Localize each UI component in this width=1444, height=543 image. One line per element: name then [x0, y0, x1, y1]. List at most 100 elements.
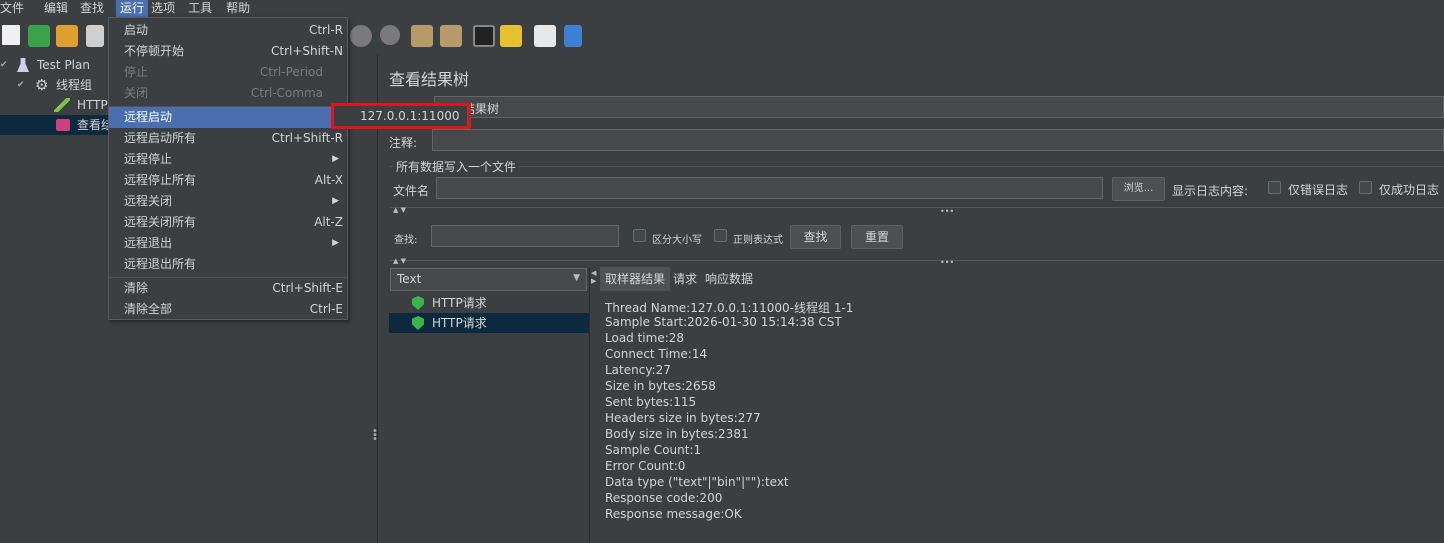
name-field[interactable]: 看结果树	[434, 96, 1444, 118]
run-menu: 启动 Ctrl-R 不停顿开始 Ctrl+Shift-N 停止 Ctrl-Period…	[108, 17, 348, 320]
tree-item-http-request[interactable]: HTTP请	[0, 95, 120, 115]
chevron-down-icon[interactable]: ✔	[0, 55, 8, 75]
renderer-select[interactable]: Text ▼	[390, 268, 587, 291]
results-list: HTTP请求 HTTP请求	[389, 292, 589, 543]
regex-label: 正则表达式	[733, 235, 783, 246]
divider	[390, 207, 1444, 208]
search-input[interactable]	[431, 225, 619, 247]
menubar: 文件 编辑 查找 运行 选项 工具 帮助	[0, 0, 1444, 17]
drag-handle-icon[interactable]: •••	[940, 258, 954, 267]
detail-line: Size in bytes:2658	[605, 379, 716, 393]
success-only-checkbox[interactable]	[1359, 181, 1372, 194]
page-title: 查看结果树	[389, 70, 470, 89]
drag-handle-icon[interactable]: •••	[372, 427, 378, 445]
collapse-arrows-icon[interactable]: ▲ ▼	[393, 206, 406, 214]
shutdown-icon[interactable]	[380, 25, 400, 45]
detail-line: Latency:27	[605, 363, 671, 377]
filename-field[interactable]	[436, 177, 1103, 199]
function-helper-icon[interactable]	[534, 25, 556, 47]
menu-item-remote-stop[interactable]: 远程停止 ▶	[109, 149, 347, 170]
menu-run[interactable]: 运行	[116, 0, 149, 17]
case-sensitive-checkbox[interactable]	[633, 229, 646, 242]
detail-line: Connect Time:14	[605, 347, 708, 361]
flask-icon	[17, 58, 29, 72]
list-item[interactable]: HTTP请求	[389, 293, 589, 313]
detail-line: Response message:OK	[605, 507, 742, 521]
menu-file[interactable]: 文件	[0, 0, 38, 17]
menu-item-remote-exit-all[interactable]: 远程退出所有	[109, 254, 347, 275]
list-item[interactable]: HTTP请求	[389, 313, 589, 333]
menu-tools[interactable]: 工具	[188, 0, 226, 17]
menu-item-remote-exit[interactable]: 远程退出 ▶	[109, 233, 347, 254]
menu-item-remote-shutdown-all[interactable]: 远程关闭所有 Alt-Z	[109, 212, 347, 233]
menu-item-remote-start-all[interactable]: 远程启动所有 Ctrl+Shift-R	[109, 128, 347, 149]
collapse-arrows-icon[interactable]: ◀ ▶	[591, 269, 596, 285]
save-icon[interactable]	[86, 25, 104, 47]
errors-only-checkbox[interactable]	[1268, 181, 1281, 194]
success-shield-icon	[412, 296, 424, 310]
case-sensitive-label: 区分大小写	[652, 235, 702, 246]
browse-button[interactable]: 浏览...	[1112, 177, 1165, 201]
menu-options[interactable]: 选项	[148, 0, 188, 17]
regex-checkbox[interactable]	[714, 229, 727, 242]
detail-line: Load time:28	[605, 331, 685, 345]
menu-item-remote-start[interactable]: 远程启动▶	[109, 107, 347, 128]
menu-item-clear[interactable]: 清除 Ctrl+Shift-E	[109, 278, 347, 299]
filename-label: 文件名	[393, 184, 430, 198]
detail-line: Sample Start:2026-01-30 15:14:38 CST	[605, 315, 842, 329]
binoculars-icon[interactable]	[473, 25, 495, 47]
detail-line: Headers size in bytes:277	[605, 411, 761, 425]
chevron-right-icon: ▶	[332, 196, 339, 206]
tree-item-test-plan[interactable]: ✔ Test Plan	[0, 55, 108, 75]
menu-help[interactable]: 帮助	[226, 0, 256, 17]
divider	[390, 260, 1444, 261]
menu-search[interactable]: 查找	[80, 0, 116, 17]
menu-item-start[interactable]: 启动 Ctrl-R	[109, 20, 347, 41]
search-label: 查找:	[394, 235, 418, 246]
clear-icon[interactable]	[411, 25, 433, 47]
menu-item-clear-all[interactable]: 清除全部 Ctrl-E	[109, 299, 347, 320]
help-icon[interactable]	[564, 25, 582, 47]
chevron-down-icon[interactable]: ✔	[17, 75, 25, 95]
chart-icon	[56, 119, 70, 131]
comment-field[interactable]	[432, 129, 1444, 151]
detail-line: Data type ("text"|"bin"|""):text	[605, 475, 789, 489]
tab-response-data[interactable]: 响应数据	[700, 267, 758, 291]
detail-line: Thread Name:127.0.0.1:11000-线程组 1-1	[605, 301, 854, 315]
sampler-result-detail: Thread Name:127.0.0.1:11000-线程组 1-1 Samp…	[597, 291, 1444, 543]
broom-icon[interactable]	[500, 25, 522, 47]
menu-edit[interactable]: 编辑	[38, 0, 80, 17]
chevron-right-icon: ▶	[332, 238, 339, 248]
tab-sampler-result[interactable]: 取样器结果	[600, 267, 671, 291]
detail-line: Error Count:0	[605, 459, 686, 473]
success-only-label: 仅成功日志	[1379, 183, 1440, 197]
comment-label: 注释:	[389, 136, 418, 150]
gear-icon: ⚙	[35, 76, 49, 94]
chevron-down-icon[interactable]: ▼	[573, 273, 580, 283]
errors-only-label: 仅错误日志	[1288, 183, 1349, 197]
find-button[interactable]: 查找	[790, 225, 841, 249]
splitter[interactable]	[589, 268, 597, 543]
reset-button[interactable]: 重置	[851, 225, 903, 249]
log-content-label: 显示日志内容:	[1172, 184, 1249, 198]
chevron-right-icon: ▶	[332, 154, 339, 164]
open-icon[interactable]	[56, 25, 78, 47]
templates-icon[interactable]	[28, 25, 50, 47]
new-file-icon[interactable]	[2, 25, 20, 45]
file-group-label: 所有数据写入一个文件	[393, 158, 520, 175]
menu-item-start-no-pauses[interactable]: 不停顿开始 Ctrl+Shift-N	[109, 41, 347, 62]
tree-item-view-results-tree[interactable]: 查看结	[0, 115, 113, 135]
clear-all-icon[interactable]	[440, 25, 462, 47]
menu-item-stop[interactable]: 停止 Ctrl-Period	[109, 62, 347, 83]
menu-item-remote-shutdown[interactable]: 远程关闭 ▶	[109, 191, 347, 212]
tab-request[interactable]: 请求	[668, 267, 702, 291]
menu-item-shutdown[interactable]: 关闭 Ctrl-Comma	[109, 83, 347, 104]
tree-item-thread-group[interactable]: ✔ ⚙ 线程组	[0, 75, 108, 95]
annotation-highlight-box	[331, 103, 471, 129]
drag-handle-icon[interactable]: •••	[940, 207, 954, 216]
stop-icon[interactable]	[350, 25, 372, 47]
menu-item-remote-stop-all[interactable]: 远程停止所有 Alt-X	[109, 170, 347, 191]
collapse-arrows-icon[interactable]: ▲ ▼	[393, 257, 406, 265]
file-group-border	[390, 166, 1444, 167]
pipette-icon	[54, 98, 70, 112]
